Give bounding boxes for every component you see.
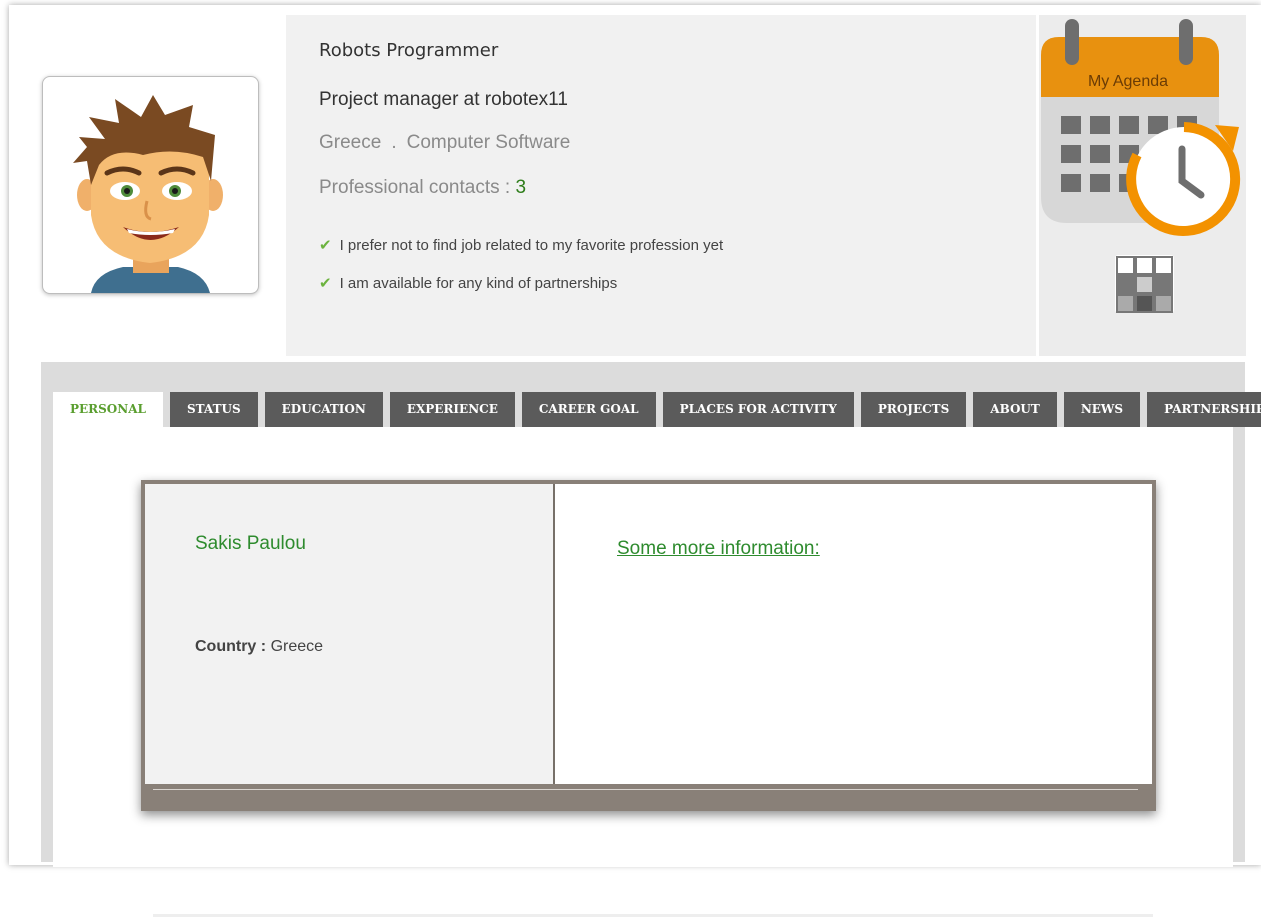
preference-text: I am available for any kind of partnersh… [339,275,618,292]
grid-icon[interactable] [1115,255,1174,313]
personal-card-right: Some more information: [555,484,1152,784]
tab-partnerships[interactable]: PARTNERSHIPS [1147,392,1261,427]
tab-career-goal[interactable]: CAREER GOAL [521,392,656,427]
checkmark-icon: ✔ [319,236,332,254]
profile-info-panel: Robots Programmer Project manager at rob… [286,15,1036,356]
tab-education[interactable]: EDUCATION [264,392,383,427]
profile-industry: Computer Software [406,132,571,153]
tab-experience[interactable]: EXPERIENCE [389,392,515,427]
professional-contacts: Professional contacts : 3 [319,177,526,199]
country-value: Greece [270,638,324,655]
country-label: Country : [195,638,267,655]
contacts-count[interactable]: 3 [515,177,526,198]
tab-places-for-activity[interactable]: PLACES FOR ACTIVITY [662,392,854,427]
profile-avatar[interactable] [42,76,259,294]
agenda-label: My Agenda [1088,73,1168,90]
preference-item: ✔ I prefer not to find job related to my … [319,236,723,254]
preference-item: ✔ I am available for any kind of partners… [319,274,617,292]
tab-personal[interactable]: PERSONAL [53,392,163,428]
agenda-graphic: My Agenda [1041,19,1241,313]
profile-job: Project manager at robotex11 [319,89,568,110]
country-field: Country : Greece [195,638,323,656]
personal-card: Sakis Paulou Country : Greece Some more … [141,480,1156,811]
avatar-illustration [73,95,223,293]
tab-news[interactable]: NEWS [1063,392,1141,427]
person-name: Sakis Paulou [195,533,306,554]
personal-card-left: Sakis Paulou Country : Greece [145,484,555,784]
profile-country: Greece [319,132,382,153]
profile-location: Greece. Computer Software [319,132,570,154]
tab-bar: PERSONAL STATUS EDUCATION EXPERIENCE CAR… [53,392,1261,428]
agenda-calendar-icon[interactable] [1041,19,1241,236]
tab-status[interactable]: STATUS [169,392,258,427]
more-information-link[interactable]: Some more information: [617,538,820,560]
card-divider [153,789,1138,790]
checkmark-icon: ✔ [319,274,332,292]
tab-content-personal: Sakis Paulou Country : Greece Some more … [53,427,1233,917]
tab-about[interactable]: ABOUT [973,392,1057,427]
agenda-panel: My Agenda [1039,15,1246,356]
profile-title: Robots Programmer [319,40,499,61]
profile-tabs-section: PERSONAL STATUS EDUCATION EXPERIENCE CAR… [41,362,1261,917]
tab-projects[interactable]: PROJECTS [860,392,967,427]
location-separator: . [391,132,397,153]
contacts-label: Professional contacts : [319,177,511,198]
preference-text: I prefer not to find job related to my f… [339,237,724,254]
